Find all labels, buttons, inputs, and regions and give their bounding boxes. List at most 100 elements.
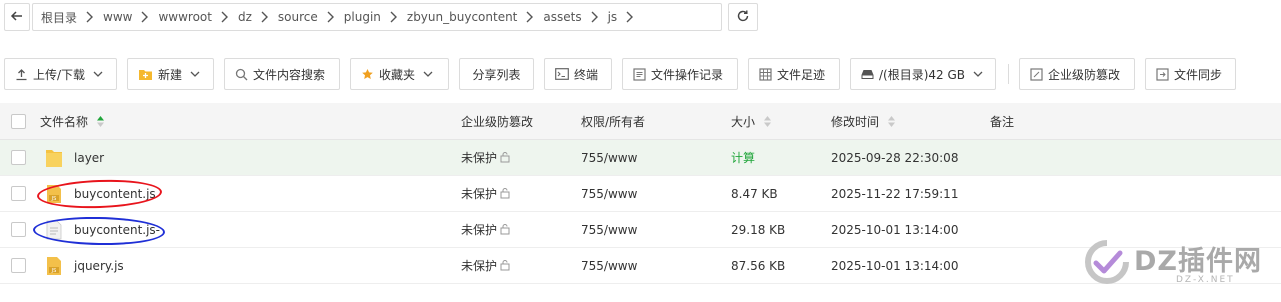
refresh-icon [736,9,750,26]
back-button[interactable] [4,3,30,31]
file-size: 8.47 KB [731,186,778,201]
chevron-right-icon [220,11,228,23]
svg-text:JS: JS [51,196,57,202]
watermark-logo-icon [1085,240,1129,284]
chevron-right-icon [525,11,534,23]
modified-time: 2025-09-28 22:30:08 [831,150,959,165]
chevron-right-icon [140,11,149,23]
chevron-down-icon [423,71,433,78]
tamper-protection-button[interactable]: 企业级防篡改 [1019,58,1135,90]
file-op-log-label: 文件操作记录 [651,67,724,82]
column-name-label: 文件名称 [40,114,89,129]
tamper-protection-label: 企业级防篡改 [1048,67,1121,82]
terminal-icon [555,68,569,80]
disk-icon [861,69,874,80]
column-name-header[interactable]: 文件名称 [40,103,105,139]
lock-icon[interactable] [500,260,511,271]
sort-asc-icon [96,115,105,128]
shield-icon [1030,67,1043,81]
column-permission-label: 权限/所有者 [581,114,646,129]
permission-value[interactable]: 755/www [581,259,637,273]
file-name[interactable]: jquery.js [74,259,124,273]
file-size: 29.18 KB [731,222,786,237]
permission-value[interactable]: 755/www [581,187,637,201]
column-size-label: 大小 [731,114,756,129]
table-header: 文件名称 企业级防篡改 权限/所有者 大小 修改时间 备注 [0,103,1281,140]
select-all-checkbox[interactable] [11,113,26,129]
file-op-log-button[interactable]: 文件操作记录 [622,58,738,90]
chevron-right-icon [625,11,634,23]
toolbar: 上传/下载 新建 文件内容搜索 收藏夹 分享列表 终端 文件操作记录 文件足迹 … [4,58,1246,90]
watermark-text: DZ插件网 [1134,246,1262,277]
file-name[interactable]: buycontent.js- [74,223,160,237]
breadcrumb-item[interactable]: plugin [344,10,381,24]
text-file-icon [44,220,64,240]
file-name[interactable]: buycontent.js [74,187,156,201]
terminal-button[interactable]: 终端 [544,58,612,90]
chevron-down-icon [973,71,983,78]
breadcrumb-item[interactable]: assets [543,10,581,24]
upload-download-button[interactable]: 上传/下载 [4,58,117,90]
upload-icon [15,68,28,81]
new-button[interactable]: 新建 [127,58,214,90]
column-note-header: 备注 [990,103,1014,139]
file-sync-button[interactable]: 文件同步 [1145,58,1236,90]
modified-time: 2025-11-22 17:59:11 [831,186,959,201]
calculate-size-link[interactable]: 计算 [731,149,755,166]
breadcrumb-item[interactable]: dz [238,10,252,24]
share-list-button[interactable]: 分享列表 [459,58,534,90]
favorites-button[interactable]: 收藏夹 [350,58,449,90]
js-file-icon: JS [44,184,64,204]
table-row[interactable]: JS buycontent.js 未保护 755/www 8.47 KB 202… [0,176,1281,212]
column-protection-header: 企业级防篡改 [461,103,533,139]
breadcrumb-item[interactable]: wwwroot [158,10,212,24]
permission-value[interactable]: 755/www [581,151,637,165]
row-checkbox[interactable] [11,186,26,201]
sort-icon [887,115,896,128]
chevron-right-icon [326,11,334,23]
row-checkbox[interactable] [11,150,26,165]
new-label: 新建 [158,67,183,82]
new-folder-icon [138,68,153,81]
share-list-label: 分享列表 [472,67,521,82]
favorites-label: 收藏夹 [379,67,416,82]
table-row[interactable]: layer 未保护 755/www 计算 2025-09-28 22:30:08 [0,140,1281,176]
file-name[interactable]: layer [74,151,104,165]
lock-icon[interactable] [500,152,511,163]
content-search-label: 文件内容搜索 [253,67,326,82]
file-sync-label: 文件同步 [1174,67,1223,82]
path-bar: 根目录 www wwwroot dz source plugin zbyun_b… [4,3,758,31]
content-search-button[interactable]: 文件内容搜索 [224,58,340,90]
column-permission-header: 权限/所有者 [581,103,645,139]
svg-text:JS: JS [51,268,57,274]
breadcrumb-item[interactable]: source [278,10,318,24]
disk-selector[interactable]: /(根目录)42 GB [850,58,996,90]
folder-icon [44,148,64,168]
column-note-label: 备注 [990,114,1015,129]
breadcrumb-item[interactable]: 根目录 [41,9,77,26]
breadcrumb-item[interactable]: zbyun_buycontent [407,10,518,24]
protection-status: 未保护 [461,187,498,201]
modified-time: 2025-10-01 13:14:00 [831,258,959,273]
breadcrumb-item[interactable]: js [608,10,618,24]
chevron-right-icon [85,11,94,23]
column-modified-label: 修改时间 [831,114,880,129]
watermark: DZ插件网 DZ-X.NET [1084,235,1274,291]
column-modified-header[interactable]: 修改时间 [831,103,896,139]
lock-icon[interactable] [500,224,511,235]
row-checkbox[interactable] [11,222,26,237]
terminal-label: 终端 [574,67,599,82]
lock-icon[interactable] [500,188,511,199]
upload-download-label: 上传/下载 [33,67,86,82]
column-size-header[interactable]: 大小 [731,103,772,139]
permission-value[interactable]: 755/www [581,223,637,237]
sync-icon [1156,67,1169,81]
footprint-label: 文件足迹 [777,67,826,82]
chevron-down-icon [190,71,200,78]
chevron-right-icon [590,11,598,23]
footprint-button[interactable]: 文件足迹 [748,58,840,90]
file-size: 87.56 KB [731,258,786,273]
breadcrumb-item[interactable]: www [103,10,132,24]
refresh-button[interactable] [728,3,758,31]
row-checkbox[interactable] [11,258,26,273]
